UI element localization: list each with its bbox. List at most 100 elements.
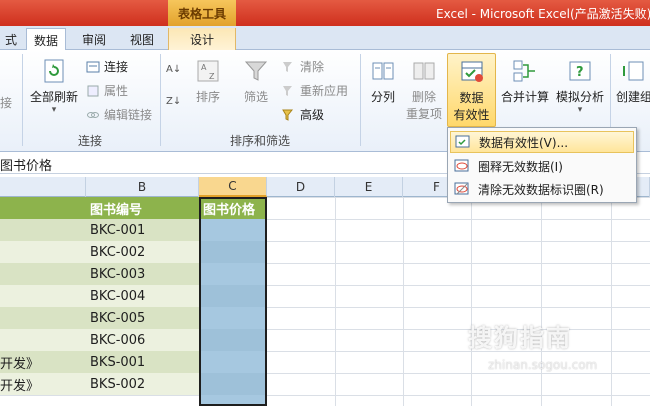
text-to-columns-icon <box>372 62 394 80</box>
svg-text:A: A <box>201 63 207 72</box>
window-title: Excel - Microsoft Excel(产品激活失败) <box>436 7 650 21</box>
connections-button[interactable]: 连接 <box>86 58 128 75</box>
properties-button[interactable]: 属性 <box>86 82 128 99</box>
column-header-d[interactable]: D <box>267 177 335 197</box>
table-cell-b[interactable]: BKS-002 <box>86 373 199 395</box>
menu-item-clear-circles[interactable]: 清除无效数据标识圈(R) <box>450 178 634 200</box>
tab-view[interactable]: 视图 <box>120 28 164 50</box>
edit-links-label: 编辑链接 <box>104 108 153 122</box>
data-validation-label-1: 数据 <box>459 91 484 105</box>
clear-filter-button[interactable]: 清除 <box>282 58 324 75</box>
group-separator <box>360 54 361 146</box>
reapply-button[interactable]: 重新应用 <box>282 82 348 99</box>
table-cell-b[interactable]: BKS-001 <box>86 351 199 373</box>
menu-item-label: 数据有效性(V)... <box>479 135 569 150</box>
tab-data[interactable]: 数据 <box>26 28 66 51</box>
what-if-icon: ? <box>569 61 591 81</box>
consolidate-icon <box>513 60 535 82</box>
consolidate-button[interactable]: 合并计算 <box>498 58 552 105</box>
text-to-columns-button[interactable]: 分列 <box>366 58 400 105</box>
clear-circles-icon <box>454 182 469 195</box>
tab-design[interactable]: 设计 <box>168 28 236 50</box>
table-cell-b[interactable]: BKC-006 <box>86 329 199 351</box>
svg-text:Z: Z <box>209 72 215 81</box>
gridline <box>541 197 542 406</box>
remove-duplicates-label-2: 重复项 <box>405 107 442 121</box>
ribbon-tab-row: 式 数据 审阅 视图 设计 <box>0 26 650 51</box>
data-validation-menu: 数据有效性(V)... 圈释无效数据(I) 清除无效数据标识圈(R) <box>447 127 637 203</box>
table-header-cell-a[interactable] <box>0 197 86 219</box>
tab-formulas-partial[interactable]: 式 <box>0 28 22 50</box>
text-to-columns-label: 分列 <box>370 90 395 104</box>
clear-filter-label: 清除 <box>300 60 325 74</box>
remove-duplicates-label-1: 删除 <box>411 90 436 104</box>
sort-icon: AZ <box>197 60 219 82</box>
svg-text:?: ? <box>576 65 584 80</box>
data-validation-label-2: 有效性 <box>453 108 490 122</box>
formula-bar-content: 图书价格 <box>0 159 53 174</box>
remove-duplicates-button[interactable]: 删除 重复项 <box>404 58 444 122</box>
refresh-icon <box>44 59 64 83</box>
table-cell-b[interactable]: BKC-003 <box>86 263 199 285</box>
table-cell-a[interactable] <box>0 329 86 351</box>
connections-partial-button[interactable]: 接 <box>0 94 12 111</box>
table-cell-a[interactable] <box>0 219 86 241</box>
table-cell-a[interactable] <box>0 307 86 329</box>
data-validation-icon <box>455 135 470 148</box>
properties-label: 属性 <box>104 84 129 98</box>
menu-item-data-validation[interactable]: 数据有效性(V)... <box>450 131 634 153</box>
what-if-analysis-button[interactable]: ? 模拟分析 ▾ <box>552 58 608 115</box>
table-cell-b[interactable]: BKC-002 <box>86 241 199 263</box>
table-cell-a[interactable] <box>0 263 86 285</box>
filter-button[interactable]: 筛选 <box>238 58 274 105</box>
create-group-button[interactable]: 创建组 <box>614 58 650 105</box>
reapply-icon <box>283 85 292 96</box>
consolidate-label: 合并计算 <box>500 90 549 104</box>
sort-ascending-button[interactable]: A↓ <box>166 64 181 75</box>
gridline <box>471 197 472 406</box>
column-header-b[interactable]: B <box>86 177 199 197</box>
column-header-c[interactable]: C <box>199 177 267 197</box>
table-cell-b[interactable]: BKC-004 <box>86 285 199 307</box>
menu-item-label: 圈释无效数据(I) <box>478 159 563 174</box>
sort-descending-icon: Z↓ <box>166 96 182 107</box>
column-header-e[interactable]: E <box>335 177 403 197</box>
watermark: 搜狗指南 <box>468 324 572 352</box>
table-cell-a[interactable]: 开发》 <box>0 373 86 395</box>
properties-icon <box>87 85 99 96</box>
table-cell-a[interactable] <box>0 241 86 263</box>
connections-partial-label: 接 <box>0 96 13 110</box>
sort-descending-button[interactable]: Z↓ <box>166 96 181 107</box>
dropdown-arrow-icon: ▾ <box>577 105 583 115</box>
table-cell-a[interactable] <box>0 285 86 307</box>
connections-label: 连接 <box>104 60 129 74</box>
clear-filter-icon <box>283 61 292 72</box>
column-header-a[interactable] <box>0 177 86 197</box>
advanced-filter-icon <box>282 109 294 121</box>
refresh-all-label: 全部刷新 <box>29 90 78 104</box>
sort-label: 排序 <box>195 90 220 104</box>
table-cell-b[interactable]: BKC-005 <box>86 307 199 329</box>
table-header-cell-b[interactable]: 图书编号 <box>86 197 199 219</box>
table-cell-a[interactable]: 开发》 <box>0 351 86 373</box>
what-if-label: 模拟分析 <box>555 90 604 104</box>
watermark-url: zhinan.sogou.com <box>488 358 598 372</box>
link-icon <box>87 111 99 118</box>
table-tools-context-header: 表格工具 <box>168 0 236 26</box>
advanced-filter-label: 高级 <box>300 108 325 122</box>
connection-icon <box>86 61 100 72</box>
menu-item-label: 清除无效数据标识圈(R) <box>478 182 604 197</box>
sort-button[interactable]: AZ 排序 <box>190 58 226 105</box>
selection-border <box>199 197 267 406</box>
table-cell-b[interactable]: BKC-001 <box>86 219 199 241</box>
reapply-label: 重新应用 <box>300 84 349 98</box>
menu-item-circle-invalid[interactable]: 圈释无效数据(I) <box>450 155 634 177</box>
data-validation-button[interactable]: 数据 有效性 <box>447 53 496 127</box>
advanced-filter-button[interactable]: 高级 <box>282 106 324 123</box>
edit-links-button[interactable]: 编辑链接 <box>86 106 152 123</box>
refresh-all-button[interactable]: 全部刷新 ▾ <box>28 58 80 115</box>
dropdown-arrow-icon: ▾ <box>51 105 57 115</box>
sort-filter-group-label: 排序和筛选 <box>229 134 290 148</box>
sort-ascending-icon: A↓ <box>166 64 182 75</box>
tab-review[interactable]: 审阅 <box>72 28 116 50</box>
